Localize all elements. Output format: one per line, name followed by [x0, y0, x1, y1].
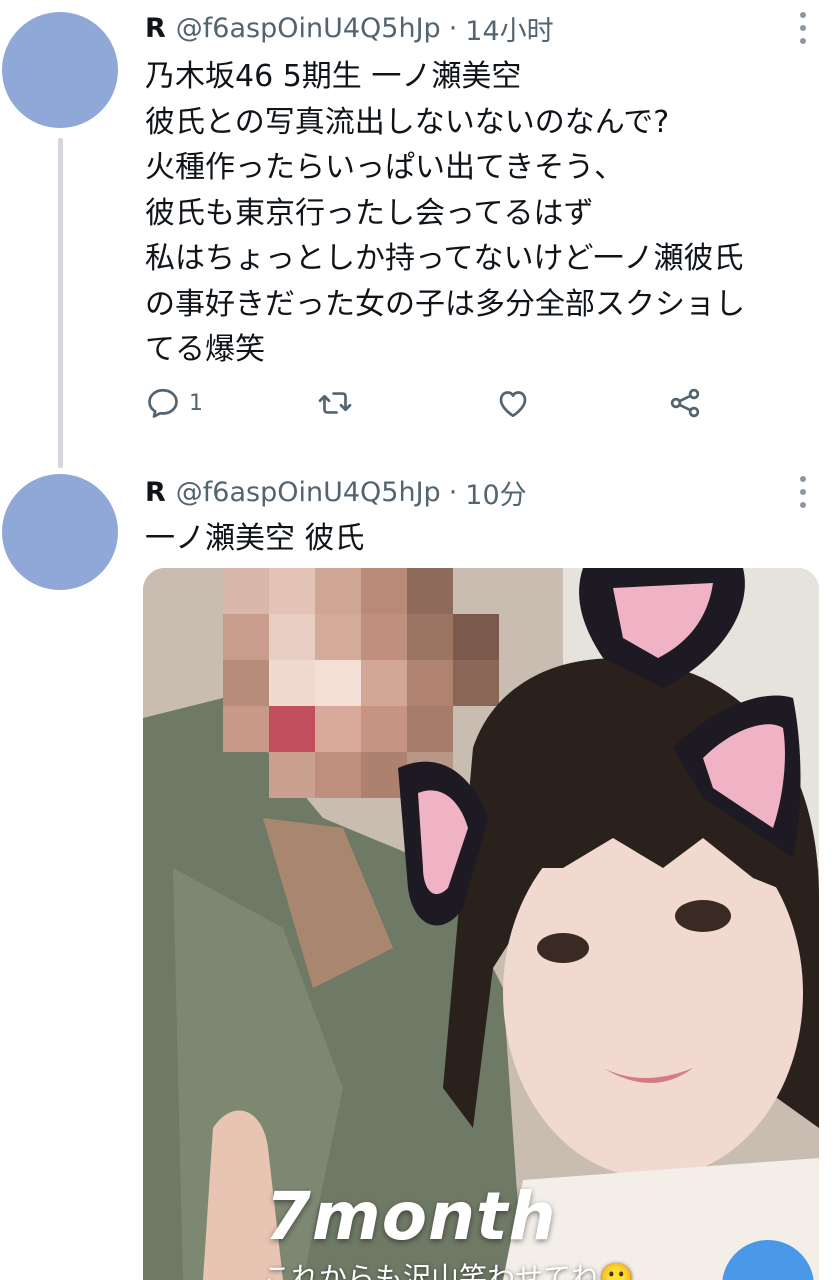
- tweet[interactable]: R @f6aspOinU4Q5hJp · 14小时 乃木坂46 5期生 一ノ瀬美…: [0, 0, 838, 470]
- tweet-header: R @f6aspOinU4Q5hJp · 10分: [145, 472, 527, 512]
- photo-subcaption: これからも沢山笑わせてね🙂: [263, 1261, 634, 1280]
- retweet-button[interactable]: [317, 380, 353, 426]
- thread-connector: [58, 138, 63, 468]
- tweet-text-line: 一ノ瀬美空 彼氏: [145, 521, 365, 556]
- retweet-icon: [318, 392, 352, 414]
- photo-image: [143, 568, 819, 1280]
- reply-button[interactable]: 1: [145, 380, 203, 426]
- avatar[interactable]: [2, 474, 118, 590]
- author-name[interactable]: R: [145, 13, 166, 44]
- reply-count: 1: [189, 390, 203, 416]
- tweet-text-line: 乃木坂46 5期生 一ノ瀬美空: [145, 59, 522, 94]
- tweet[interactable]: R @f6aspOinU4Q5hJp · 10分 一ノ瀬美空 彼氏 7month…: [0, 470, 838, 1280]
- tweet-header: R @f6aspOinU4Q5hJp · 14小时: [145, 8, 554, 48]
- tweet-text-line: てる爆笑: [145, 332, 265, 367]
- more-icon[interactable]: [798, 476, 808, 508]
- author-name[interactable]: R: [145, 477, 166, 508]
- author-handle[interactable]: @f6aspOinU4Q5hJp: [176, 13, 441, 44]
- like-icon: [499, 391, 527, 418]
- share-icon: [670, 388, 700, 418]
- photo-caption: 7month: [265, 1178, 557, 1255]
- header-separator: ·: [448, 12, 458, 44]
- tweet-text: 一ノ瀬美空 彼氏: [145, 516, 805, 562]
- more-icon[interactable]: [798, 12, 808, 44]
- share-button[interactable]: [667, 380, 703, 426]
- avatar[interactable]: [2, 12, 118, 128]
- tweet-timestamp[interactable]: 14小时: [465, 9, 553, 48]
- tweet-text-line: 私はちょっとしか持ってないけど一ノ瀬彼氏: [145, 241, 744, 276]
- tweet-photo[interactable]: 7month これからも沢山笑わせてね🙂: [143, 568, 819, 1280]
- tweet-timestamp[interactable]: 10分: [465, 473, 526, 512]
- reply-icon: [148, 388, 178, 418]
- tweet-text-line: 彼氏との写真流出しないないのなんで?: [145, 104, 670, 140]
- tweet-text-line: 彼氏も東京行ったし会ってるはず: [145, 195, 594, 231]
- tweet-text-line: 火種作ったらいっぱい出てきそう、: [145, 150, 625, 185]
- tweet-text-line: の事好きだった女の子は多分全部スクショし: [145, 286, 745, 322]
- tweet-actions: 1: [145, 380, 725, 426]
- tweet-text: 乃木坂46 5期生 一ノ瀬美空 彼氏との写真流出しないないのなんで? 火種作った…: [145, 54, 805, 373]
- header-separator: ·: [448, 476, 458, 508]
- author-handle[interactable]: @f6aspOinU4Q5hJp: [176, 477, 441, 508]
- like-button[interactable]: [495, 380, 531, 426]
